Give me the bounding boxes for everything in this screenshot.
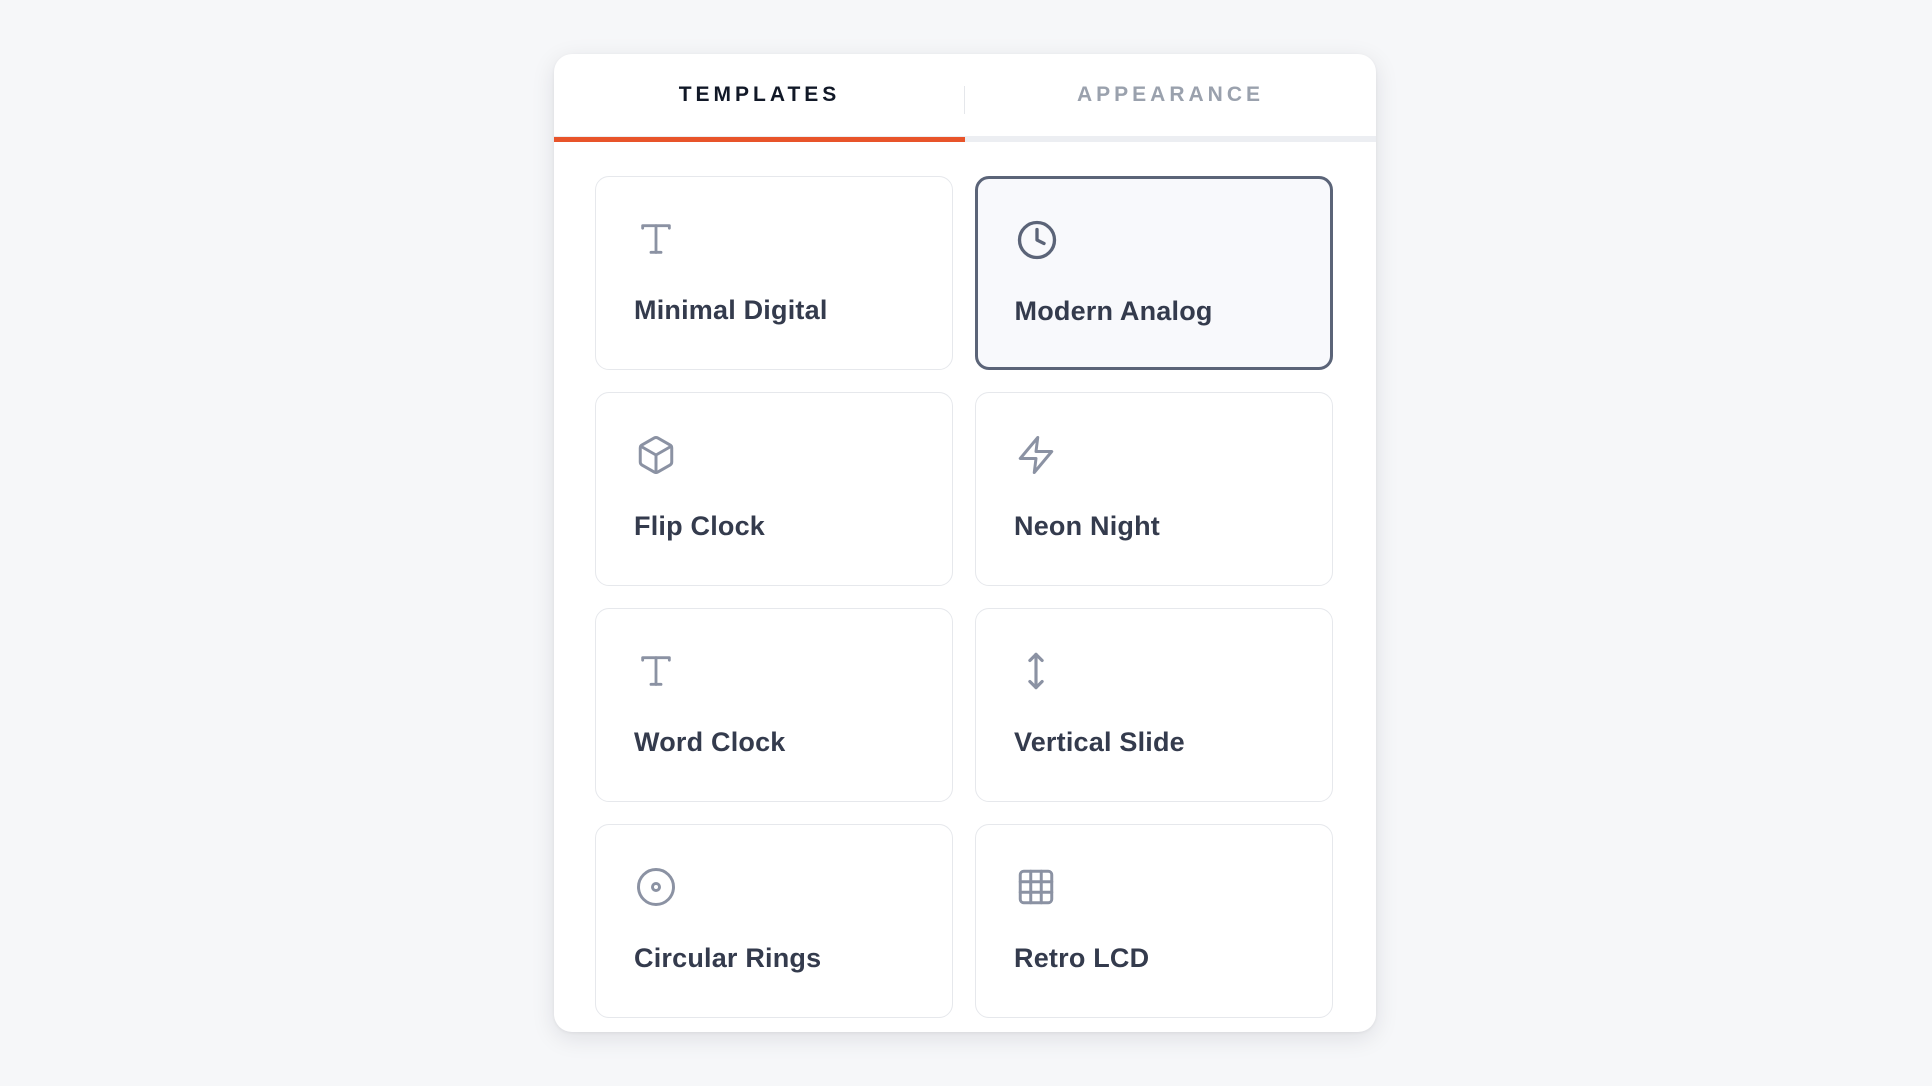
template-card-retro-lcd[interactable]: Retro LCD (975, 824, 1333, 1018)
clock-icon (1015, 218, 1059, 262)
template-card-neon-night[interactable]: Neon Night (975, 392, 1333, 586)
target-icon (634, 865, 678, 909)
template-card-vertical-slide[interactable]: Vertical Slide (975, 608, 1333, 802)
cube-icon (634, 433, 678, 477)
template-panel: TEMPLATES APPEARANCE Minimal Digital Mod… (554, 54, 1376, 1032)
template-card-minimal-digital[interactable]: Minimal Digital (595, 176, 953, 370)
template-label: Circular Rings (634, 943, 822, 973)
template-label: Word Clock (634, 727, 786, 757)
tab-bar: TEMPLATES APPEARANCE (554, 54, 1376, 142)
tab-appearance[interactable]: APPEARANCE (965, 54, 1376, 136)
lightning-icon (1014, 433, 1058, 477)
template-label: Retro LCD (1014, 943, 1150, 973)
template-label: Modern Analog (1014, 295, 1213, 326)
text-icon (634, 649, 678, 693)
grid-icon (1014, 865, 1058, 909)
template-label: Vertical Slide (1014, 727, 1185, 757)
tab-templates[interactable]: TEMPLATES (554, 54, 965, 142)
template-card-word-clock[interactable]: Word Clock (595, 608, 953, 802)
template-card-flip-clock[interactable]: Flip Clock (595, 392, 953, 586)
template-card-modern-analog[interactable]: Modern Analog (975, 176, 1333, 370)
template-label: Flip Clock (634, 511, 766, 541)
template-label: Neon Night (1014, 511, 1160, 541)
template-label: Minimal Digital (634, 295, 828, 325)
template-grid: Minimal Digital Modern Analog Flip Clock (595, 176, 1334, 1018)
arrows-vertical-icon (1014, 649, 1058, 693)
template-card-circular-rings[interactable]: Circular Rings (595, 824, 953, 1018)
text-icon (634, 217, 678, 261)
